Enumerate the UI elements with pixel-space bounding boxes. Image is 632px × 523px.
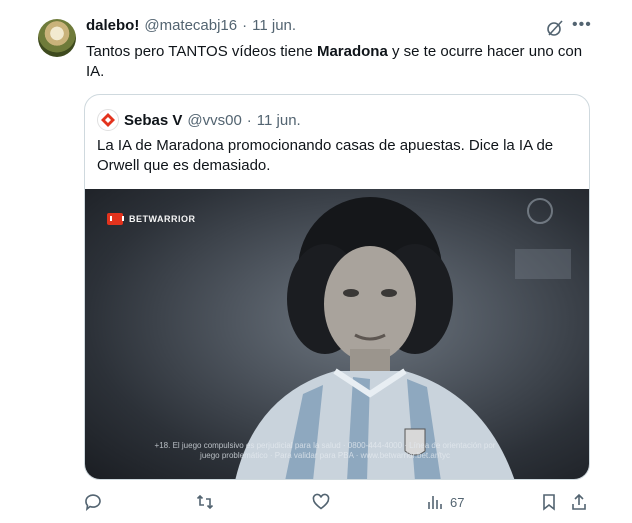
views-button[interactable]: 67 (426, 490, 464, 514)
retweet-button[interactable] (196, 490, 214, 514)
author-name[interactable]: dalebo! (86, 17, 139, 34)
betwarrior-logo: BETWARRIOR (107, 213, 196, 225)
separator: · (242, 17, 248, 34)
quoted-avatar[interactable] (97, 109, 119, 131)
reply-icon (85, 494, 101, 511)
retweet-icon (196, 494, 214, 510)
video-disclaimer: +18. El juego compulsivo es perjudicial … (154, 441, 496, 460)
like-icon (312, 493, 330, 510)
grok-icon[interactable] (546, 19, 564, 37)
tweet[interactable]: dalebo! @matecabj16 · 11 jun. ••• Tantos… (0, 0, 632, 523)
tweet-header: dalebo! @matecabj16 · 11 jun. (86, 17, 296, 34)
like-button[interactable] (312, 490, 330, 514)
quoted-tweet-text: La IA de Maradona promocionando casas de… (97, 137, 554, 174)
reply-button[interactable] (84, 490, 102, 514)
views-count: 67 (450, 494, 465, 510)
separator: · (246, 111, 252, 129)
author-handle[interactable]: @matecabj16 (144, 17, 237, 34)
bookmark-button[interactable] (540, 490, 558, 514)
bookmark-icon (543, 494, 555, 511)
quoted-author-name: Sebas V (124, 111, 183, 129)
tweet-text-part: Tantos pero TANTOS vídeos tiene (86, 43, 317, 60)
tweet-text: Tantos pero TANTOS vídeos tiene Maradona… (86, 42, 596, 82)
action-bar: 67 (84, 490, 594, 514)
tweet-date[interactable]: 11 jun. (252, 17, 296, 34)
tweet-text-bold[interactable]: Maradona (317, 43, 388, 60)
avatar[interactable] (38, 19, 76, 57)
views-icon (428, 496, 442, 509)
more-icon[interactable]: ••• (572, 17, 592, 38)
quoted-tweet-header: Sebas V @vvs00 · 11 jun. (97, 109, 301, 131)
share-icon (572, 493, 586, 510)
brand-label: BETWARRIOR (129, 214, 196, 224)
quoted-tweet[interactable]: Sebas V @vvs00 · 11 jun. La IA de Marado… (84, 94, 590, 480)
quoted-tweet-date: 11 jun. (256, 111, 301, 129)
video-frame (235, 197, 571, 479)
video-media[interactable]: BETWARRIOR +18. El juego compulsivo es p… (85, 189, 589, 479)
quoted-author-handle: @vvs00 (187, 111, 242, 129)
betwarrior-mark-icon (107, 213, 124, 225)
share-button[interactable] (570, 490, 588, 514)
